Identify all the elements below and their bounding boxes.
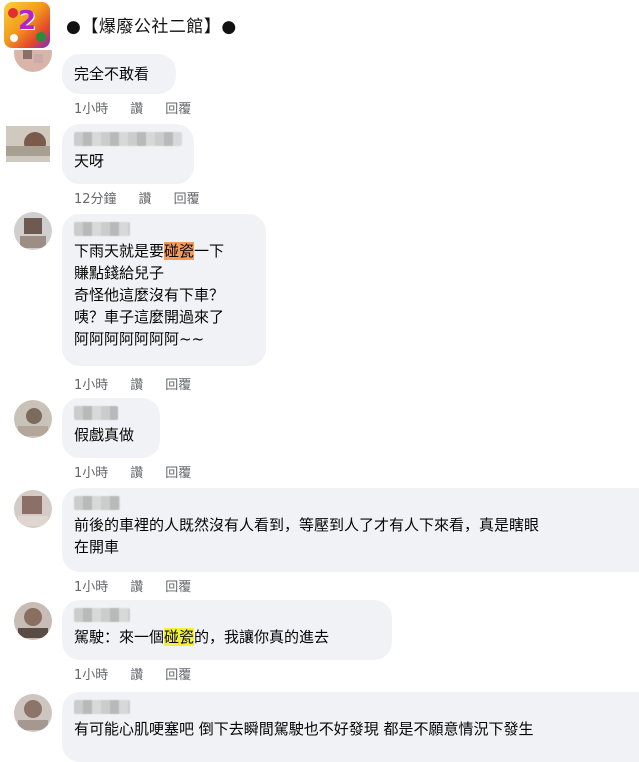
comment-time[interactable]: 12分鐘 [74,192,117,207]
group-title[interactable]: ●【爆廢公社二館】● [66,12,237,37]
reply-button[interactable]: 回覆 [165,102,191,117]
like-button[interactable]: 讚 [130,580,143,595]
comment-actions: 1小時 讚 回覆 [74,374,213,393]
comment-text: 天呀 [74,152,105,170]
commenter-name-blurred[interactable] [74,496,120,510]
logo-dot [8,8,18,18]
comment-time[interactable]: 1小時 [74,378,108,393]
comment-text-part: 下雨天就是要 [74,242,165,260]
comment-bubble: 假戲真做 [62,398,160,458]
like-button[interactable]: 讚 [130,668,143,683]
commenter-name-blurred[interactable] [74,406,118,420]
reply-button[interactable]: 回覆 [165,466,191,481]
commenter-name-blurred[interactable] [74,700,130,714]
comment-actions: 1小時 讚 回覆 [74,462,213,481]
like-button[interactable]: 讚 [139,192,152,207]
commenter-name-blurred[interactable] [74,608,130,622]
logo-dot [10,34,18,42]
comment-text: 駕駛：來一個碰瓷的，我讓你真的進去 [74,626,380,648]
commenter-avatar[interactable] [14,212,52,250]
group-logo-icon[interactable]: 2 [4,2,50,48]
comment-text-part: 的，我讓你真的進去 [194,628,330,646]
comment-actions: 1小時 讚 回覆 [74,664,213,683]
commenter-avatar[interactable] [14,602,52,640]
highlighted-word: 碰瓷 [164,628,195,646]
comment-bubble: 下雨天就是要碰瓷一下 賺點錢給兒子 奇怪他這麼沒有下車？ 咦？車子這麼開過來了 … [62,214,266,366]
comment-text-part: 駕駛：來一個 [74,628,165,646]
reply-button[interactable]: 回覆 [165,668,191,683]
commenter-avatar[interactable] [14,490,52,528]
comment-bubble: 駕駛：來一個碰瓷的，我讓你真的進去 [62,600,392,660]
like-button[interactable]: 讚 [130,102,143,117]
comment-actions: 1小時 讚 回覆 [74,576,213,595]
comment-text: 假戲真做 [74,426,135,444]
commenter-name-blurred[interactable] [74,222,130,236]
comment-bubble: 完全不敢看 [62,54,176,94]
highlighted-word: 碰瓷 [164,242,195,260]
reply-button[interactable]: 回覆 [165,378,191,393]
comment-time[interactable]: 1小時 [74,580,108,595]
logo-text: 2 [18,6,37,36]
commenter-avatar[interactable] [14,694,52,732]
comment-text: 前後的車裡的人既然沒有人看到，等壓到人了才有人下來看，真是瞎眼 在開車 [74,516,540,556]
commenter-name-blurred[interactable] [74,132,182,146]
comment-time[interactable]: 1小時 [74,466,108,481]
comment-bubble: 前後的車裡的人既然沒有人看到，等壓到人了才有人下來看，真是瞎眼 在開車 [62,488,639,572]
comment-text: 完全不敢看 [74,65,150,83]
logo-dot [36,32,46,42]
reply-button[interactable]: 回覆 [165,580,191,595]
comment-time[interactable]: 1小時 [74,668,108,683]
comment-text: 有可能心肌哽塞吧 倒下去瞬間駕駛也不好發現 都是不願意情況下發生 [74,720,534,738]
comment-time[interactable]: 1小時 [74,102,108,117]
like-button[interactable]: 讚 [130,378,143,393]
comment-bubble: 天呀 [62,124,194,184]
commenter-avatar[interactable] [14,400,52,438]
reply-button[interactable]: 回覆 [174,192,200,207]
comment-text: 下雨天就是要碰瓷一下 賺點錢給兒子 奇怪他這麼沒有下車？ 咦？車子這麼開過來了 … [74,240,254,350]
commenter-avatar[interactable] [6,126,50,162]
comment-actions: 12分鐘 讚 回覆 [74,188,222,207]
like-button[interactable]: 讚 [130,466,143,481]
group-header: 2 ●【爆廢公社二館】● [0,0,639,50]
comment-bubble: 有可能心肌哽塞吧 倒下去瞬間駕駛也不好發現 都是不願意情況下發生 [62,692,639,762]
comment-actions: 1小時 讚 回覆 [74,98,213,117]
